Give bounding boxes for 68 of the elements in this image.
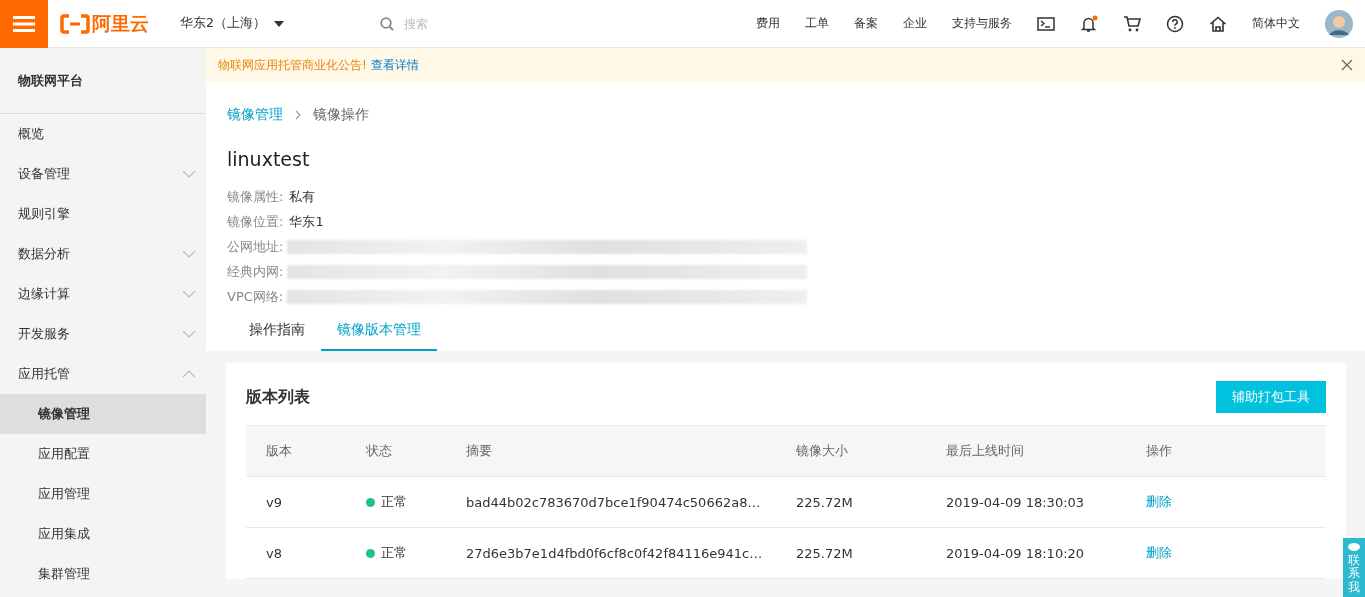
bell-icon[interactable] xyxy=(1080,14,1098,33)
sidebar-item[interactable]: 应用托管 xyxy=(0,354,206,394)
logo-text: 阿里云 xyxy=(92,10,149,36)
property-label: 镜像属性: xyxy=(227,187,284,206)
property-value: 私有 xyxy=(289,187,316,206)
table-cell-text: bad44b02c783670d7bce1f90474c50662a8… xyxy=(466,494,762,510)
column-header: 状态 xyxy=(366,442,393,460)
terminal-icon[interactable] xyxy=(1037,16,1055,31)
column-header: 摘要 xyxy=(466,442,493,460)
property-label: 经典内网: xyxy=(227,262,284,281)
region-selector[interactable]: 华东2（上海） xyxy=(180,15,380,32)
table-cell-text: 2019-04-09 18:30:03 xyxy=(946,494,1086,510)
sidebar-item[interactable]: 边缘计算 xyxy=(0,274,206,314)
tab[interactable]: 操作指南 xyxy=(233,313,321,351)
chevron-down-icon xyxy=(182,170,196,178)
notice-text: 物联网应用托管商业化公告! xyxy=(218,56,367,74)
chevron-down-icon xyxy=(182,330,196,338)
sidebar-item[interactable]: 规则引擎 xyxy=(0,194,206,234)
table-cell-text: v8 xyxy=(266,545,283,561)
breadcrumb-item: 镜像操作 xyxy=(313,106,369,124)
chevron-down-icon xyxy=(182,290,196,298)
page-title: linuxtest xyxy=(227,148,311,170)
menu-button[interactable] xyxy=(0,0,48,48)
nav-link[interactable]: 企业 xyxy=(903,15,927,32)
column-header: 版本 xyxy=(266,442,293,460)
property-value: 华东1 xyxy=(289,212,324,231)
sidebar-item[interactable]: 数据分析 xyxy=(0,234,206,274)
nav-link[interactable]: 备案 xyxy=(854,15,878,32)
cart-icon[interactable] xyxy=(1123,15,1141,32)
property-label: VPC网络: xyxy=(227,287,284,306)
table-cell-text: 225.72M xyxy=(796,494,854,510)
status-text: 正常 xyxy=(381,544,407,562)
property-label: 公网地址: xyxy=(227,237,284,256)
chevron-right-icon xyxy=(295,110,301,120)
nav-link[interactable]: 支持与服务 xyxy=(952,15,1012,32)
nav-link[interactable]: 费用 xyxy=(756,15,780,32)
status-text: 正常 xyxy=(381,493,407,511)
avatar-icon[interactable] xyxy=(1325,9,1353,38)
notice-link[interactable]: 查看详情 xyxy=(370,56,419,74)
table-cell-text: 27d6e3b7e1d4fbd0f6cf8c0f42f84116e941c… xyxy=(466,545,764,561)
chat-icon xyxy=(1347,541,1361,552)
column-header: 最后上线时间 xyxy=(946,442,1025,460)
chevron-down-icon xyxy=(182,250,196,258)
table-cell-text: 2019-04-09 18:10:20 xyxy=(946,545,1086,561)
column-header: 镜像大小 xyxy=(796,442,849,460)
table-cell-text: v9 xyxy=(266,494,283,510)
caret-icon xyxy=(273,20,284,27)
home-icon[interactable] xyxy=(1209,15,1227,32)
menu-icon xyxy=(13,14,35,33)
logo-icon xyxy=(60,13,90,34)
property-label: 镜像位置: xyxy=(227,212,284,231)
sidebar-subitem[interactable]: 镜像管理 xyxy=(0,394,206,434)
search-icon xyxy=(380,16,394,31)
nav-link[interactable]: 工单 xyxy=(805,15,829,32)
sidebar-item[interactable]: 概览 xyxy=(0,114,206,154)
sidebar-subitem[interactable]: 应用集成 xyxy=(0,514,206,554)
column-header: 操作 xyxy=(1146,442,1173,460)
sidebar-subitem[interactable]: 集群管理 xyxy=(0,554,206,594)
sidebar-subitem[interactable]: 应用管理 xyxy=(0,474,206,514)
language-selector[interactable]: 简体中文 xyxy=(1252,15,1300,32)
sidebar-item[interactable]: 设备管理 xyxy=(0,154,206,194)
card-title: 版本列表 xyxy=(246,386,310,408)
sidebar-item[interactable]: 开发服务 xyxy=(0,314,206,354)
table-cell-text: 225.72M xyxy=(796,545,854,561)
chevron-up-icon xyxy=(182,370,196,378)
close-icon[interactable] xyxy=(1341,59,1353,71)
help-icon[interactable] xyxy=(1166,14,1184,33)
sidebar-subitem[interactable]: 应用配置 xyxy=(0,434,206,474)
